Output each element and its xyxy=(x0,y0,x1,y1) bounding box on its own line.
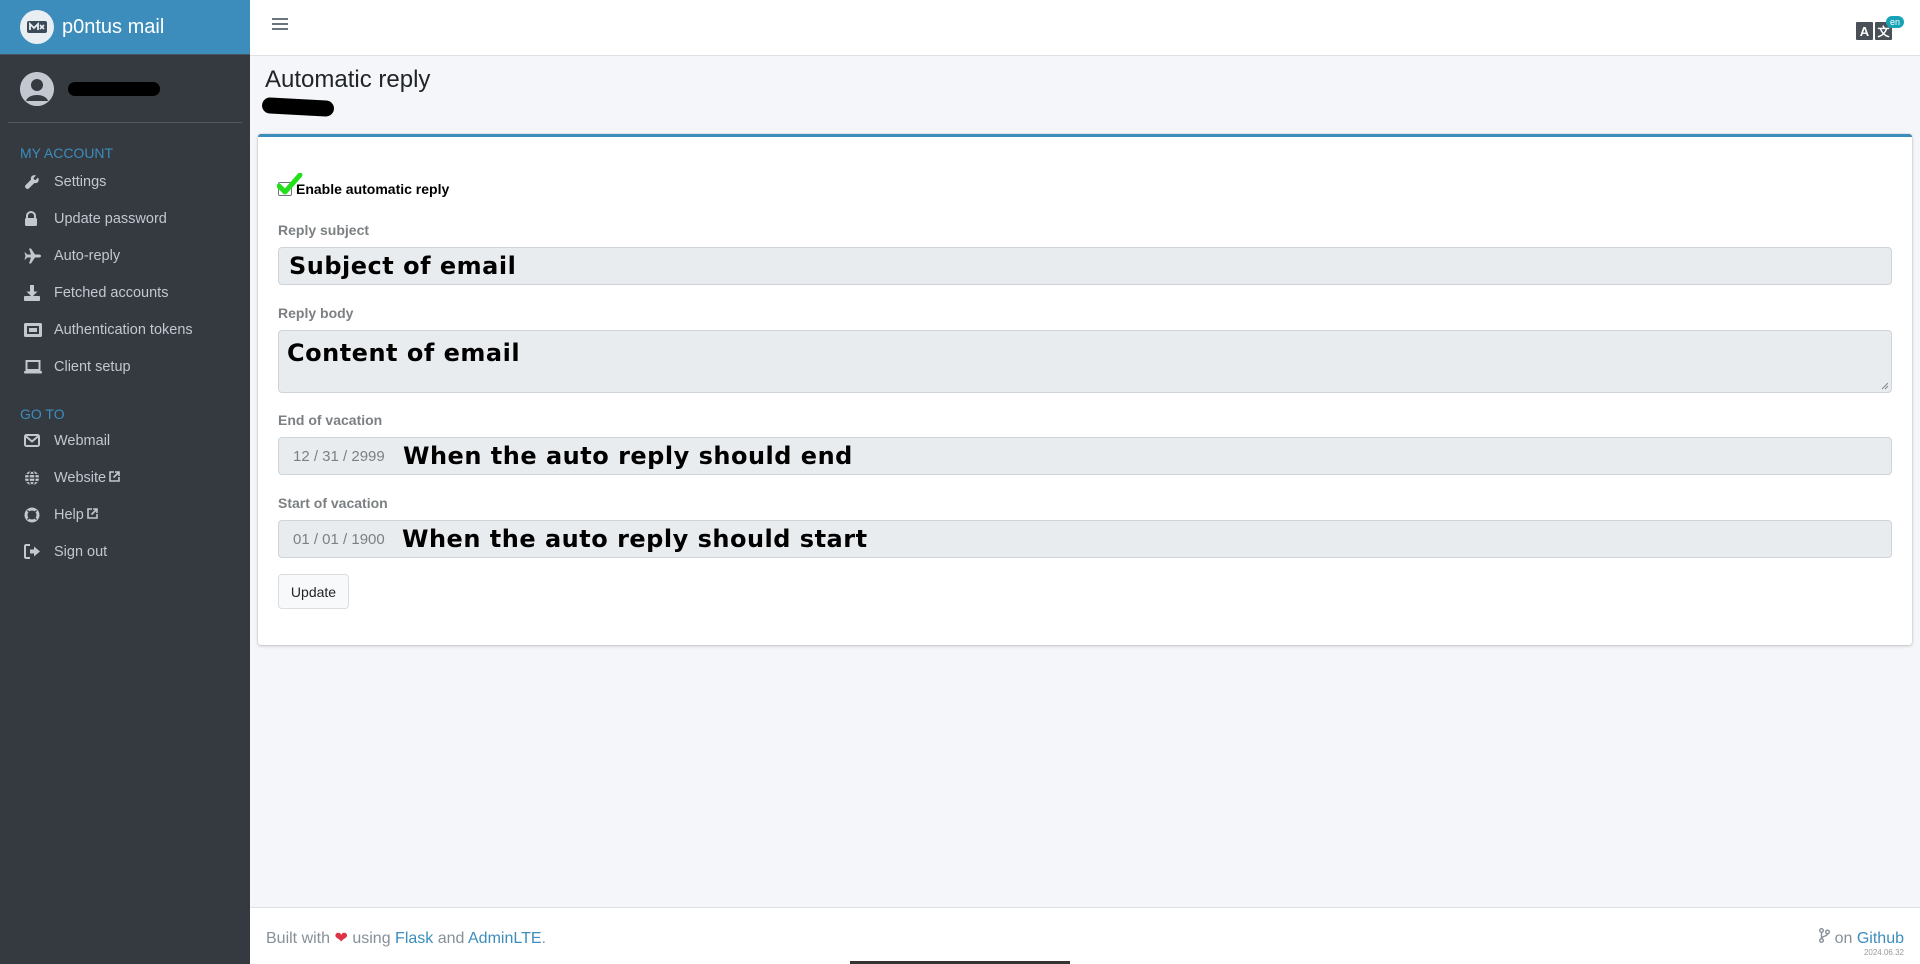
sidebar-item-label: Client setup xyxy=(54,358,131,375)
enable-autoreply-checkbox[interactable] xyxy=(277,173,303,196)
sidebar-item-label: Settings xyxy=(54,173,107,190)
sidebar-item-help[interactable]: Help xyxy=(0,496,250,533)
laptop-icon xyxy=(24,358,46,376)
sidebar-item-label: Auto-reply xyxy=(54,247,121,264)
life-ring-icon xyxy=(24,506,46,524)
end-date-value: 12 / 31 / 2999 xyxy=(293,447,385,465)
start-of-vacation-date-input[interactable]: 01 / 01 / 1900 When the auto reply shoul… xyxy=(278,520,1892,558)
footer: Built with ❤ using Flask and AdminLTE. o… xyxy=(250,907,1920,964)
content-header: Automatic reply xyxy=(265,66,430,94)
auto-reply-card: Enable automatic reply Reply subject Sub… xyxy=(258,134,1912,645)
top-navbar: A文 en xyxy=(250,0,1920,56)
start-date-annotation: When the auto reply should start xyxy=(402,525,868,553)
brand-link[interactable]: p0ntus mail xyxy=(0,0,250,55)
brand-logo-icon xyxy=(20,10,54,44)
start-of-vacation-label: Start of vacation xyxy=(278,495,388,511)
brand-name: p0ntus mail xyxy=(62,15,165,38)
sidebar-item-label: Website xyxy=(54,469,107,486)
page-title: Automatic reply xyxy=(265,66,431,93)
menu-toggle-icon[interactable] xyxy=(272,18,288,32)
download-icon xyxy=(24,284,46,302)
footer-using: using xyxy=(352,930,391,947)
sidebar-item-auto-reply[interactable]: Auto-reply xyxy=(0,237,250,274)
nav-header-go-to: GO TO xyxy=(20,406,65,422)
sidebar-item-website[interactable]: Website xyxy=(0,459,250,496)
end-of-vacation-label: End of vacation xyxy=(278,412,383,428)
user-avatar-icon xyxy=(20,71,54,106)
svg-text:A: A xyxy=(1860,24,1870,39)
external-link-icon xyxy=(87,507,98,522)
sidebar-item-label: Update password xyxy=(54,210,167,227)
footer-credits: Built with ❤ using Flask and AdminLTE. xyxy=(266,928,546,948)
language-badge: en xyxy=(1886,16,1905,28)
update-button[interactable]: Update xyxy=(278,574,349,609)
nav-header-my-account: MY ACCOUNT xyxy=(20,145,114,161)
envelope-icon xyxy=(24,432,46,450)
sidebar-item-authentication-tokens[interactable]: Authentication tokens xyxy=(0,311,250,348)
sidebar: p0ntus mail MY ACCOUNT Settings Update p… xyxy=(0,0,250,964)
reply-subject-label: Reply subject xyxy=(278,222,370,238)
end-of-vacation-date-input[interactable]: 12 / 31 / 2999 When the auto reply shoul… xyxy=(278,437,1892,475)
resize-grip-icon[interactable] xyxy=(1881,382,1889,390)
sign-out-icon xyxy=(24,543,46,561)
reply-body-value: Content of email xyxy=(287,339,521,367)
sidebar-item-sign-out[interactable]: Sign out xyxy=(0,533,250,570)
sidebar-item-label: Help xyxy=(54,506,84,523)
reply-subject-value: Subject of email xyxy=(289,252,517,280)
heart-icon: ❤ xyxy=(334,930,348,947)
reply-subject-input[interactable]: Subject of email xyxy=(278,247,1892,285)
flask-link[interactable]: Flask xyxy=(395,930,433,947)
wrench-icon xyxy=(24,173,46,191)
code-branch-icon xyxy=(1819,928,1831,947)
enable-autoreply-label[interactable]: Enable automatic reply xyxy=(296,181,449,197)
globe-icon xyxy=(24,469,46,487)
reply-body-textarea[interactable]: Content of email xyxy=(278,330,1892,393)
sidebar-item-label: Authentication tokens xyxy=(54,321,193,338)
start-date-value: 01 / 01 / 1900 xyxy=(293,530,385,548)
check-mark-icon xyxy=(277,173,303,195)
version-label: 2024.06.32 xyxy=(1863,948,1904,957)
sidebar-item-fetched-accounts[interactable]: Fetched accounts xyxy=(0,274,250,311)
footer-source: on Github xyxy=(1819,928,1904,948)
sidebar-item-label: Sign out xyxy=(54,543,108,560)
external-link-icon xyxy=(109,470,120,485)
lock-icon xyxy=(24,210,46,228)
redacted-subtitle xyxy=(261,97,335,117)
footer-period: . xyxy=(541,930,546,947)
enable-row: Enable automatic reply xyxy=(277,173,449,197)
user-panel xyxy=(8,55,242,123)
sidebar-item-update-password[interactable]: Update password xyxy=(0,200,250,237)
footer-and: and xyxy=(437,930,465,947)
redacted-username xyxy=(68,81,160,96)
end-date-annotation: When the auto reply should end xyxy=(403,442,853,470)
sidebar-item-settings[interactable]: Settings xyxy=(0,163,250,200)
reply-body-label: Reply body xyxy=(278,305,354,321)
ticket-icon xyxy=(24,321,46,339)
footer-on: on xyxy=(1834,930,1853,947)
sidebar-item-label: Fetched accounts xyxy=(54,284,169,301)
sidebar-item-label: Webmail xyxy=(54,432,111,449)
github-link[interactable]: Github xyxy=(1857,930,1904,947)
adminlte-link[interactable]: AdminLTE xyxy=(468,930,542,947)
sidebar-item-webmail[interactable]: Webmail xyxy=(0,422,250,459)
footer-built-with: Built with xyxy=(266,930,331,947)
plane-icon xyxy=(24,247,46,265)
sidebar-item-client-setup[interactable]: Client setup xyxy=(0,348,250,385)
